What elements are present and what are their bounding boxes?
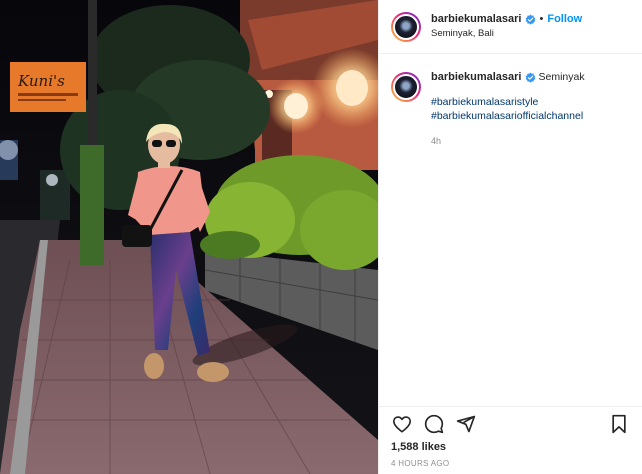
caption-location: Seminyak	[538, 71, 585, 84]
caption-age: 4h	[431, 136, 442, 147]
caption-username[interactable]: barbiekumalasari	[431, 70, 522, 85]
likes-count[interactable]: 1,588 likes	[391, 441, 630, 453]
kunis-sign: Kuni's	[10, 62, 86, 112]
caption-avatar-image	[393, 74, 419, 100]
share-button[interactable]	[455, 413, 477, 435]
comment-button[interactable]	[423, 413, 445, 435]
follow-button[interactable]: Follow	[547, 13, 582, 27]
caption-user-row: barbiekumalasari Seminyak	[431, 70, 585, 85]
like-button[interactable]	[391, 413, 413, 435]
username-link[interactable]: barbiekumalasari	[431, 13, 522, 27]
heart-icon	[393, 416, 411, 433]
post-sidebar: barbiekumalasari • Follow Seminyak, Bali…	[378, 0, 642, 474]
instagram-post: Kuni's barbiekumalasari • Follow Seminya…	[0, 0, 642, 474]
hashtag-list: #barbiekumalasaristyle #barbiekumalasari…	[431, 95, 585, 123]
caption: barbiekumalasari Seminyak #barbiekumalas…	[379, 54, 642, 147]
header-user-row: barbiekumalasari • Follow	[431, 13, 582, 27]
post-footer: 1,588 likes 4 HOURS AGO	[379, 406, 642, 474]
street-scene: Kuni's	[0, 0, 378, 474]
caption-body: barbiekumalasari Seminyak #barbiekumalas…	[431, 70, 585, 147]
location-link[interactable]: Seminyak, Bali	[431, 28, 582, 40]
avatar-image	[393, 13, 419, 40]
separator-dot: •	[539, 12, 544, 25]
post-timestamp[interactable]: 4 HOURS AGO	[391, 459, 630, 468]
sign-text: Kuni's	[17, 72, 65, 90]
save-button[interactable]	[608, 413, 630, 435]
avatar[interactable]	[391, 11, 421, 42]
paper-plane-icon	[456, 415, 476, 433]
bookmark-icon	[612, 414, 626, 434]
action-bar	[391, 407, 630, 441]
header-text: barbiekumalasari • Follow Seminyak, Bali	[431, 13, 582, 41]
post-header: barbiekumalasari • Follow Seminyak, Bali	[379, 0, 642, 54]
caption-avatar[interactable]	[391, 72, 421, 102]
hashtag-link[interactable]: #barbiekumalasaristyle	[431, 95, 585, 109]
verified-badge-icon	[525, 14, 535, 25]
verified-badge-icon	[525, 72, 535, 83]
hashtag-link[interactable]: #barbiekumalasariofficialchannel	[431, 109, 585, 123]
post-photo[interactable]: Kuni's	[0, 0, 378, 474]
comment-icon	[424, 414, 444, 434]
